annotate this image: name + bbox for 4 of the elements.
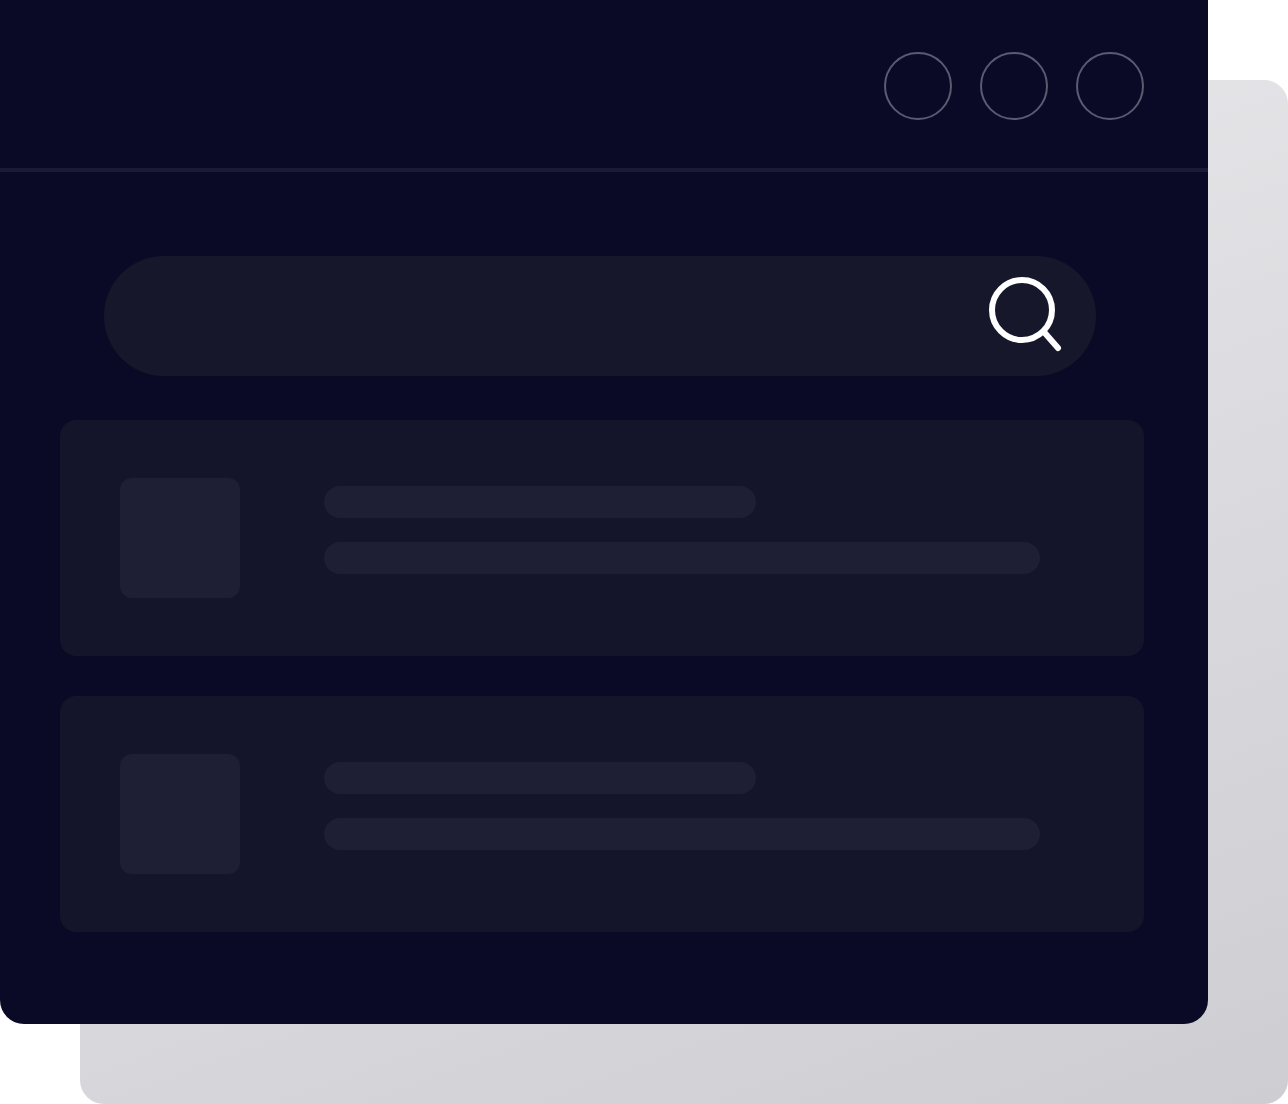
search-icon[interactable] <box>988 276 1064 356</box>
window-control-button[interactable] <box>884 52 952 120</box>
window-control-button[interactable] <box>980 52 1048 120</box>
window-control-button[interactable] <box>1076 52 1144 120</box>
